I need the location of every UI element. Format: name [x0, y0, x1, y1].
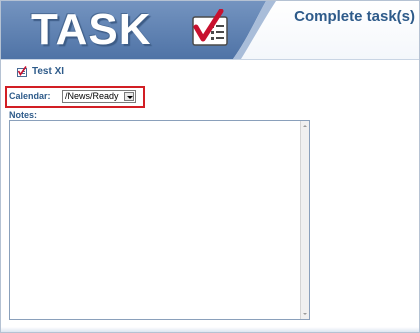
chevron-down-icon[interactable]: [124, 92, 134, 101]
task-checklist-icon: [17, 65, 27, 77]
notes-scrollbar[interactable]: [300, 121, 309, 319]
notes-label: Notes:: [9, 110, 38, 120]
task-logo-text: TASK: [31, 5, 152, 54]
task-name[interactable]: Test XI: [32, 66, 64, 77]
footer-divider: [1, 327, 419, 332]
scroll-up-arrow-icon[interactable]: [301, 122, 309, 130]
header-banner: TASK Complete task(s): [1, 1, 419, 60]
task-item-link[interactable]: Test XI: [17, 64, 64, 78]
page-title: Complete task(s): [294, 8, 415, 25]
checklist-logo-icon: [192, 9, 228, 46]
task-dialog: TASK Complete task(s) Test XI Calendar: …: [0, 0, 420, 333]
scroll-down-arrow-icon[interactable]: [301, 310, 309, 318]
calendar-select[interactable]: /News/Ready: [62, 90, 136, 103]
calendar-selected-value: /News/Ready: [65, 91, 119, 101]
notes-textarea[interactable]: [9, 120, 310, 320]
calendar-label: Calendar:: [9, 91, 51, 101]
